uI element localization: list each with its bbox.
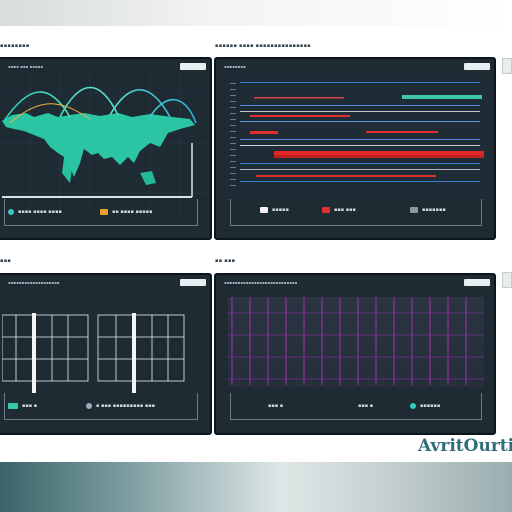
panel-title: ▪▪▪▪▪▪▪▪▪▪▪▪▪▪▪▪▪▪▪▪▪▪▪▪▪▪▪ bbox=[224, 280, 298, 285]
top-fade-band bbox=[0, 0, 512, 26]
legend-label: ▪▪▪ ▪ bbox=[358, 403, 374, 409]
legend-label: ▪▪▪▪▪▪ bbox=[420, 403, 441, 409]
legend-label: ▪▪▪ ▪ bbox=[22, 403, 38, 409]
table-grid-panel: ▪▪▪▪▪▪▪▪▪▪▪▪▪▪▪▪▪▪▪ ▪▪▪ ▪ ▪ ▪▪▪ ▪▪▪▪▪▪▪▪… bbox=[0, 273, 212, 435]
legend-swatch-icon bbox=[410, 207, 418, 213]
bottom-gradient-band bbox=[0, 462, 512, 512]
legend-dot-icon bbox=[8, 209, 14, 215]
legend-label: ▪▪▪▪▪▪▪ bbox=[422, 207, 446, 213]
panel-caption-gantt: ▪▪▪▪▪▪ ▪▪▪▪ ▪▪▪▪▪▪▪▪▪▪▪▪▪▪▪ bbox=[215, 43, 311, 49]
table-grid-chart bbox=[2, 313, 185, 393]
panel-caption-heat: ▪▪ ▪▪▪ bbox=[215, 258, 236, 264]
panel-title: ▪▪▪▪ ▪▪▪ ▪▪▪▪▪ bbox=[8, 64, 44, 69]
legend-swatch-icon bbox=[8, 403, 18, 409]
legend-item-0: ▪▪▪ ▪ bbox=[268, 403, 283, 409]
grid-right-divider bbox=[132, 313, 136, 393]
heat-grid-chart bbox=[228, 297, 484, 387]
panel-title: ▪▪▪▪▪▪▪▪ bbox=[224, 64, 246, 69]
legend-swatch-icon bbox=[100, 209, 108, 215]
legend-item-1: ▪ ▪▪▪ ▪▪▪▪▪▪▪▪▪ ▪▪▪ bbox=[86, 403, 155, 409]
legend-label: ▪▪▪ ▪▪▪ bbox=[334, 207, 356, 213]
legend-label: ▪▪▪▪▪ bbox=[272, 207, 289, 213]
panel-menu-button[interactable] bbox=[180, 63, 206, 70]
panel-title: ▪▪▪▪▪▪▪▪▪▪▪▪▪▪▪▪▪▪▪ bbox=[8, 280, 60, 285]
heat-grid-panel: ▪▪▪▪▪▪▪▪▪▪▪▪▪▪▪▪▪▪▪▪▪▪▪▪▪▪▪ ▪▪▪ ▪ ▪▪▪ ▪ bbox=[214, 273, 496, 435]
legend-label: ▪▪▪ ▪ bbox=[268, 403, 284, 409]
legend-label: ▪▪ ▪▪▪▪ ▪▪▪▪▪ bbox=[112, 209, 153, 215]
legend-swatch-icon bbox=[260, 207, 268, 213]
legend-item-0: ▪▪▪ ▪ bbox=[8, 403, 37, 409]
legend-label: ▪▪▪▪ ▪▪▪▪ ▪▪▪▪ bbox=[18, 209, 62, 215]
legend-label: ▪ ▪▪▪ ▪▪▪▪▪▪▪▪▪ ▪▪▪ bbox=[96, 403, 155, 409]
panel-menu-button[interactable] bbox=[180, 279, 206, 286]
map-landmass bbox=[2, 113, 195, 177]
gantt-panel: ▪▪▪▪▪▪▪▪ ▪▪▪▪▪ ▪▪▪ ▪▪▪ ▪▪▪▪▪▪▪ bbox=[214, 57, 496, 240]
brand-logo: AvritOurtic bbox=[418, 436, 512, 456]
panel-menu-button[interactable] bbox=[464, 279, 490, 286]
legend-item-1: ▪▪ ▪▪▪▪ ▪▪▪▪▪ bbox=[100, 209, 152, 215]
legend-item-1: ▪▪▪ ▪ bbox=[358, 403, 373, 409]
panel-menu-button[interactable] bbox=[464, 63, 490, 70]
legend-dot-icon bbox=[410, 403, 416, 409]
legend-item-0: ▪▪▪▪ ▪▪▪▪ ▪▪▪▪ bbox=[8, 209, 62, 215]
grid-right bbox=[97, 314, 185, 382]
legend-dot-icon bbox=[86, 403, 92, 409]
panel-caption-map: ▪▪▪▪▪▪▪▪ bbox=[0, 43, 30, 49]
gantt-chart bbox=[226, 77, 490, 197]
side-tab-bottom[interactable] bbox=[502, 272, 512, 288]
world-map-chart bbox=[0, 73, 210, 213]
grid-left-divider bbox=[32, 313, 36, 393]
legend-item-0: ▪▪▪▪▪ bbox=[260, 207, 289, 213]
grid-left bbox=[2, 314, 89, 382]
legend-swatch-icon bbox=[322, 207, 330, 213]
legend-item-2: ▪▪▪▪▪▪ bbox=[410, 403, 440, 409]
legend-item-1: ▪▪▪ ▪▪▪ bbox=[322, 207, 356, 213]
world-map-panel: ▪▪▪▪ ▪▪▪ ▪▪▪▪▪ ▪▪▪▪ ▪▪▪▪ ▪▪▪▪ ▪▪ ▪▪▪▪ ▪▪… bbox=[0, 57, 212, 240]
side-tab-top[interactable] bbox=[502, 58, 512, 74]
legend-item-2: ▪▪▪▪▪▪▪ bbox=[410, 207, 446, 213]
panel-caption-table: ▪▪▪ bbox=[0, 258, 12, 264]
